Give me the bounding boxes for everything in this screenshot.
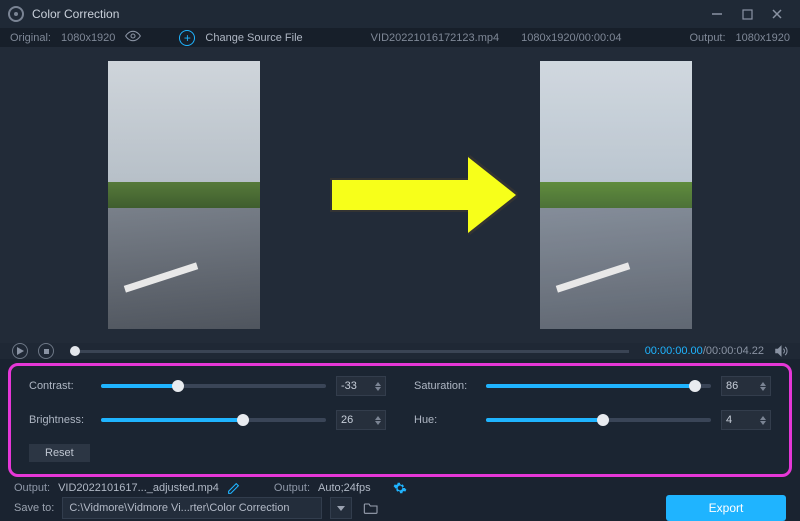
change-source-button[interactable]: Change Source File bbox=[205, 32, 302, 44]
window-title: Color Correction bbox=[32, 7, 119, 21]
close-button[interactable] bbox=[762, 0, 792, 28]
source-meta: 1080x1920/00:00:04 bbox=[521, 32, 621, 44]
output-format: Auto;24fps bbox=[318, 482, 371, 494]
preview-area bbox=[0, 47, 800, 343]
title-bar: Color Correction bbox=[0, 0, 800, 28]
contrast-value: -33 bbox=[341, 380, 357, 392]
add-source-icon[interactable]: + bbox=[179, 30, 195, 46]
timeline-handle[interactable] bbox=[70, 346, 80, 356]
original-resolution: 1080x1920 bbox=[61, 32, 115, 44]
output-format-label: Output: bbox=[274, 482, 310, 494]
brightness-step-up[interactable] bbox=[375, 416, 381, 420]
output-settings-icon[interactable] bbox=[393, 481, 407, 495]
contrast-step-down[interactable] bbox=[375, 387, 381, 391]
contrast-value-input[interactable]: -33 bbox=[336, 376, 386, 396]
app-logo-icon bbox=[8, 6, 24, 22]
save-row: Save to: C:\Vidmore\Vidmore Vi...rter\Co… bbox=[0, 495, 800, 521]
contrast-label: Contrast: bbox=[29, 380, 91, 392]
save-path-input[interactable]: C:\Vidmore\Vidmore Vi...rter\Color Corre… bbox=[62, 497, 322, 519]
hue-row: Hue: 4 bbox=[414, 410, 771, 430]
output-resolution: 1080x1920 bbox=[736, 32, 790, 44]
save-label: Save to: bbox=[14, 502, 54, 514]
hue-step-up[interactable] bbox=[760, 416, 766, 420]
original-label: Original: bbox=[10, 32, 51, 44]
hue-slider[interactable] bbox=[486, 418, 711, 422]
saturation-step-down[interactable] bbox=[760, 387, 766, 391]
saturation-slider[interactable] bbox=[486, 384, 711, 388]
play-button[interactable] bbox=[12, 343, 28, 359]
hue-step-down[interactable] bbox=[760, 421, 766, 425]
maximize-button[interactable] bbox=[732, 0, 762, 28]
hue-value-input[interactable]: 4 bbox=[721, 410, 771, 430]
output-filename-label: Output: bbox=[14, 482, 50, 494]
saturation-value-input[interactable]: 86 bbox=[721, 376, 771, 396]
arrow-icon bbox=[310, 155, 490, 235]
brightness-slider[interactable] bbox=[101, 418, 326, 422]
brightness-label: Brightness: bbox=[29, 414, 91, 426]
hue-label: Hue: bbox=[414, 414, 476, 426]
brightness-value: 26 bbox=[341, 414, 353, 426]
preview-toggle-icon[interactable] bbox=[125, 28, 141, 47]
original-preview bbox=[108, 61, 260, 329]
reset-button[interactable]: Reset bbox=[29, 444, 90, 462]
brightness-step-down[interactable] bbox=[375, 421, 381, 425]
timeline-slider[interactable] bbox=[70, 350, 629, 353]
time-total: 00:00:04.22 bbox=[706, 345, 764, 357]
save-path-dropdown[interactable] bbox=[330, 497, 352, 519]
adjusted-preview bbox=[540, 61, 692, 329]
open-folder-icon[interactable] bbox=[360, 497, 382, 519]
brightness-value-input[interactable]: 26 bbox=[336, 410, 386, 430]
saturation-row: Saturation: 86 bbox=[414, 376, 771, 396]
saturation-label: Saturation: bbox=[414, 380, 476, 392]
volume-icon[interactable] bbox=[774, 344, 788, 358]
edit-filename-icon[interactable] bbox=[227, 482, 240, 495]
brightness-row: Brightness: 26 bbox=[29, 410, 386, 430]
export-button[interactable]: Export bbox=[666, 495, 786, 521]
minimize-button[interactable] bbox=[702, 0, 732, 28]
timecode: 00:00:00.00/00:00:04.22 bbox=[645, 345, 764, 357]
stop-button[interactable] bbox=[38, 343, 54, 359]
saturation-value: 86 bbox=[726, 380, 738, 392]
output-info-row: Output: VID2022101617..._adjusted.mp4 Ou… bbox=[0, 481, 800, 495]
color-controls-panel: Contrast: -33 Saturation: 86 Brightness: bbox=[0, 359, 800, 481]
saturation-step-up[interactable] bbox=[760, 382, 766, 386]
time-current: 00:00:00.00 bbox=[645, 345, 703, 357]
output-label: Output: bbox=[689, 32, 725, 44]
playback-bar: 00:00:00.00/00:00:04.22 bbox=[0, 343, 800, 359]
source-filename: VID20221016172123.mp4 bbox=[371, 32, 499, 44]
contrast-step-up[interactable] bbox=[375, 382, 381, 386]
contrast-row: Contrast: -33 bbox=[29, 376, 386, 396]
hue-value: 4 bbox=[726, 414, 732, 426]
header-bar: Original: 1080x1920 + Change Source File… bbox=[0, 28, 800, 47]
output-filename: VID2022101617..._adjusted.mp4 bbox=[58, 482, 219, 494]
contrast-slider[interactable] bbox=[101, 384, 326, 388]
